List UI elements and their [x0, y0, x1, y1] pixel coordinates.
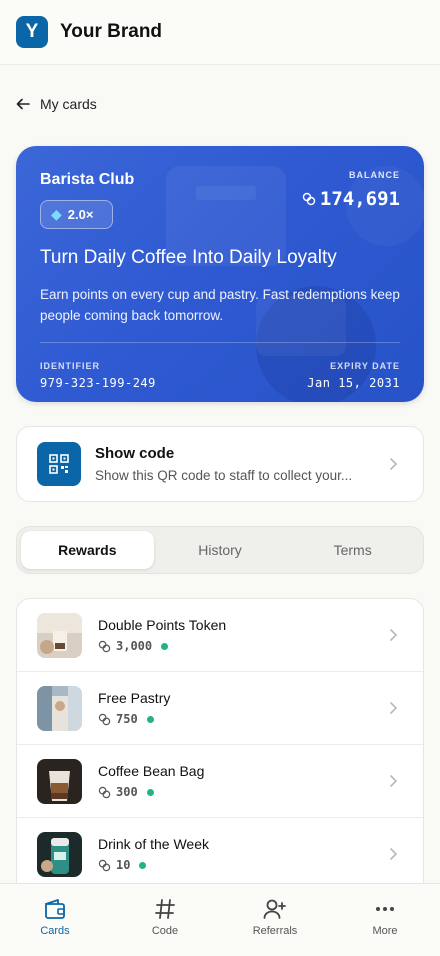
- nav-cards-label: Cards: [40, 925, 70, 937]
- status-dot: [146, 788, 154, 796]
- points-icon: [98, 713, 111, 725]
- chevron-right-icon: [390, 775, 398, 787]
- balance-label: BALANCE: [349, 170, 400, 180]
- nav-referrals[interactable]: Referrals: [220, 884, 330, 956]
- expiry-value: Jan 15, 2031: [307, 376, 400, 390]
- balance-value: 174,691: [319, 188, 400, 210]
- reward-thumbnail: [37, 758, 82, 804]
- identifier-value: 979-323-199-249: [40, 376, 156, 390]
- chevron-right-icon: [390, 702, 398, 714]
- tab-terms[interactable]: Terms: [286, 531, 419, 569]
- reward-points-value: 750: [116, 712, 138, 726]
- status-dot: [161, 642, 169, 650]
- nav-more-label: More: [372, 925, 398, 937]
- more-icon: [376, 907, 394, 911]
- points-icon: [98, 859, 111, 871]
- app-header: Y Your Brand: [0, 0, 440, 65]
- status-dot: [146, 715, 154, 723]
- bottom-nav: Cards Code Referrals More: [0, 883, 440, 956]
- nav-code-label: Code: [151, 925, 179, 937]
- tab-history[interactable]: History: [154, 531, 287, 569]
- reward-name: Free Pastry: [98, 690, 171, 706]
- card-description: Earn points on every cup and pastry. Fas…: [40, 287, 400, 323]
- chevron-right-icon: [390, 458, 398, 470]
- status-dot: [139, 861, 147, 869]
- back-link[interactable]: My cards: [16, 96, 97, 112]
- reward-name: Drink of the Week: [98, 836, 210, 852]
- show-code-button[interactable]: Show code Show this QR code to staff to …: [16, 426, 424, 502]
- add-user-icon: [263, 899, 286, 919]
- reward-points: 750: [98, 712, 170, 726]
- points-icon: [302, 192, 316, 206]
- gem-icon: ◆: [51, 206, 62, 222]
- reward-thumbnail: [37, 612, 82, 658]
- balance-value-row: 174,691: [302, 188, 400, 210]
- brand-name: Your Brand: [60, 21, 163, 42]
- expiry-label: EXPIRY DATE: [330, 361, 400, 371]
- nav-referrals-label: Referrals: [252, 925, 298, 937]
- arrow-left-icon: [16, 98, 30, 110]
- hash-icon: [155, 899, 175, 919]
- nav-more[interactable]: More: [330, 884, 440, 956]
- qr-code-icon: [37, 442, 81, 486]
- tab-bar: Rewards History Terms: [16, 526, 424, 574]
- reward-points: 3,000: [98, 639, 226, 653]
- identifier-label: IDENTIFIER: [40, 361, 101, 371]
- chevron-right-icon: [390, 848, 398, 860]
- reward-points-value: 10: [116, 858, 131, 872]
- points-icon: [98, 640, 111, 652]
- reward-points-value: 300: [116, 785, 138, 799]
- points-icon: [98, 786, 111, 798]
- list-item[interactable]: Drink of the Week 10: [17, 818, 423, 891]
- rewards-list: Double Points Token 3,000 Free Pastry 75…: [16, 598, 424, 898]
- nav-cards[interactable]: Cards: [0, 884, 110, 956]
- tab-rewards[interactable]: Rewards: [21, 531, 154, 569]
- wallet-icon: [45, 899, 65, 919]
- list-item[interactable]: Coffee Bean Bag 300: [17, 745, 423, 818]
- show-code-title: Show code: [95, 445, 175, 462]
- card-divider: [40, 342, 400, 343]
- loyalty-card[interactable]: Barista Club ◆ 2.0× BALANCE 174,691 Turn…: [16, 146, 424, 402]
- reward-points-value: 3,000: [116, 639, 153, 653]
- card-name: Barista Club: [40, 171, 135, 188]
- reward-points: 10: [98, 858, 209, 872]
- reward-thumbnail: [37, 831, 82, 877]
- tier-badge: ◆ 2.0×: [40, 200, 113, 229]
- nav-code[interactable]: Code: [110, 884, 220, 956]
- back-link-label: My cards: [40, 96, 97, 112]
- tier-multiplier: 2.0×: [67, 207, 94, 222]
- show-code-subtitle: Show this QR code to staff to collect yo…: [95, 468, 353, 483]
- reward-points: 300: [98, 785, 204, 799]
- reward-thumbnail: [37, 685, 82, 731]
- reward-name: Double Points Token: [98, 617, 227, 633]
- brand-logo[interactable]: Y: [16, 16, 48, 48]
- list-item[interactable]: Double Points Token 3,000: [17, 599, 423, 672]
- reward-name: Coffee Bean Bag: [98, 763, 205, 779]
- card-headline: Turn Daily Coffee Into Daily Loyalty: [40, 247, 337, 268]
- list-item[interactable]: Free Pastry 750: [17, 672, 423, 745]
- chevron-right-icon: [390, 629, 398, 641]
